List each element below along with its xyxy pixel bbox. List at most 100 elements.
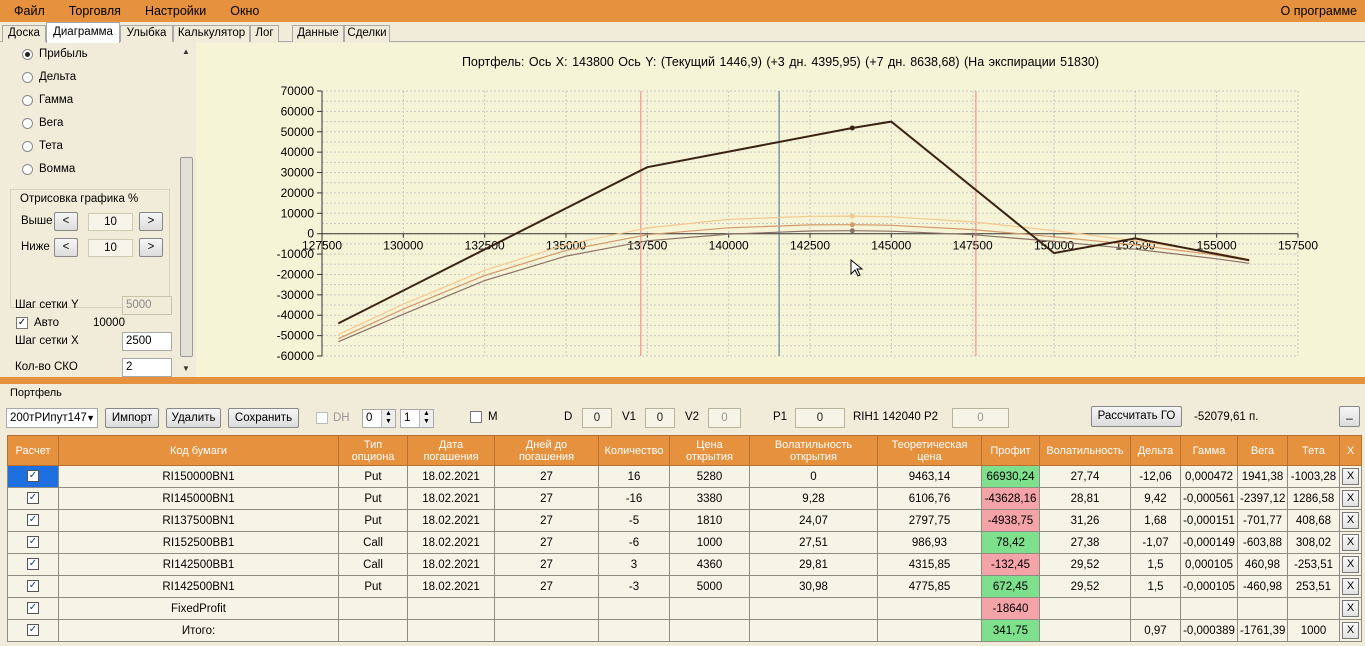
- cell-type[interactable]: Put: [338, 487, 408, 510]
- header-type[interactable]: Тип опциона: [338, 435, 408, 466]
- cell-days[interactable]: 27: [494, 575, 599, 598]
- cell-type[interactable]: [338, 619, 408, 642]
- cell-profit[interactable]: 78,42: [981, 531, 1040, 554]
- cell-code[interactable]: RI142500BN1: [58, 575, 339, 598]
- delete-button[interactable]: Удалить: [166, 408, 221, 428]
- header-profit[interactable]: Профит: [981, 435, 1040, 466]
- remove-row-button[interactable]: X: [1342, 622, 1359, 639]
- table-row[interactable]: ✓ RI150000BN1 Put 18.02.2021 27 16 5280 0 9463,1…: [7, 465, 1362, 488]
- remove-row-button[interactable]: X: [1342, 578, 1359, 595]
- header-calc[interactable]: Расчет: [7, 435, 59, 466]
- radio-vomma[interactable]: Вомма: [22, 163, 75, 175]
- cell-date[interactable]: 18.02.2021: [407, 487, 495, 510]
- remove-row-button[interactable]: X: [1342, 490, 1359, 507]
- header-days[interactable]: Дней до погашения: [494, 435, 599, 466]
- cell-gamma[interactable]: -0,000149: [1180, 531, 1238, 554]
- cell-vega[interactable]: 460,98: [1237, 553, 1288, 576]
- header-gamma[interactable]: Гамма: [1180, 435, 1238, 466]
- cell-theo[interactable]: 2797,75: [877, 509, 982, 532]
- cell-qty[interactable]: -16: [598, 487, 670, 510]
- spin-2[interactable]: 1 ▲ ▼: [400, 409, 434, 428]
- row-calc-cell[interactable]: ✓: [7, 509, 59, 532]
- cell-profit[interactable]: 66930,24: [981, 465, 1040, 488]
- remove-row-button[interactable]: X: [1342, 468, 1359, 485]
- below-value[interactable]: 10: [88, 239, 133, 257]
- cell-code[interactable]: RI152500BB1: [58, 531, 339, 554]
- row-calc-cell[interactable]: ✓: [7, 553, 59, 576]
- cell-open-price[interactable]: 5280: [669, 465, 750, 488]
- table-row[interactable]: ✓ Итого: 341,75 0,97 -0,000389 -1761,39 1000 X: [7, 619, 1362, 642]
- cell-delta[interactable]: 1,68: [1130, 509, 1181, 532]
- scroll-down-icon[interactable]: ▼: [182, 364, 190, 373]
- cell-theo[interactable]: 986,93: [877, 531, 982, 554]
- table-row[interactable]: ✓ RI142500BB1 Call 18.02.2021 27 3 4360 29,81 43…: [7, 553, 1362, 576]
- cell-type[interactable]: Call: [338, 531, 408, 554]
- calc-checkbox[interactable]: ✓: [27, 514, 39, 527]
- cell-type[interactable]: Put: [338, 575, 408, 598]
- cell-code[interactable]: RI150000BN1: [58, 465, 339, 488]
- cell-gamma[interactable]: -0,000151: [1180, 509, 1238, 532]
- payoff-chart[interactable]: 700006000050000400003000020000100000-100…: [196, 43, 1365, 377]
- cell-vol[interactable]: 27,38: [1039, 531, 1131, 554]
- cell-theta[interactable]: -253,51: [1287, 553, 1340, 576]
- cell-open-price[interactable]: [669, 619, 750, 642]
- tab-diagram[interactable]: Диаграмма: [46, 22, 120, 43]
- radio-profit[interactable]: Прибыль: [22, 48, 88, 60]
- above-decrease-button[interactable]: <: [54, 212, 78, 231]
- menu-file[interactable]: Файл: [0, 4, 55, 18]
- cell-code[interactable]: RI142500BB1: [58, 553, 339, 576]
- cell-vega[interactable]: -603,88: [1237, 531, 1288, 554]
- radio-delta[interactable]: Дельта: [22, 71, 76, 83]
- cell-theta[interactable]: 408,68: [1287, 509, 1340, 532]
- header-x[interactable]: X: [1339, 435, 1362, 466]
- cell-qty[interactable]: -6: [598, 531, 670, 554]
- above-increase-button[interactable]: >: [139, 212, 163, 231]
- cell-code[interactable]: RI145000BN1: [58, 487, 339, 510]
- tab-smile[interactable]: Улыбка: [120, 25, 173, 42]
- cell-profit[interactable]: 341,75: [981, 619, 1040, 642]
- cell-open-vol[interactable]: 24,07: [749, 509, 878, 532]
- table-row[interactable]: ✓ FixedProfit -18640 X: [7, 597, 1362, 620]
- cell-qty[interactable]: -3: [598, 575, 670, 598]
- cell-theta[interactable]: 1000: [1287, 619, 1340, 642]
- cell-vol[interactable]: 28,81: [1039, 487, 1131, 510]
- cell-days[interactable]: 27: [494, 487, 599, 510]
- cell-vol[interactable]: 29,52: [1039, 553, 1131, 576]
- cell-delta[interactable]: [1130, 597, 1181, 620]
- cell-vol[interactable]: [1039, 597, 1131, 620]
- calc-checkbox[interactable]: ✓: [27, 580, 39, 593]
- cell-open-price[interactable]: 3380: [669, 487, 750, 510]
- m-checkbox[interactable]: [470, 411, 482, 423]
- menu-settings[interactable]: Настройки: [131, 4, 216, 18]
- radio-vega[interactable]: Вега: [22, 117, 63, 129]
- cell-days[interactable]: 27: [494, 465, 599, 488]
- calc-checkbox[interactable]: ✓: [27, 558, 39, 571]
- auto-checkbox[interactable]: ✓: [16, 317, 28, 329]
- spin-arrows-icon[interactable]: ▲ ▼: [381, 410, 395, 427]
- cell-open-price[interactable]: 1000: [669, 531, 750, 554]
- header-open-price[interactable]: Цена открытия: [669, 435, 750, 466]
- cell-profit[interactable]: -18640: [981, 597, 1040, 620]
- cell-profit[interactable]: -43628,16: [981, 487, 1040, 510]
- cell-open-vol[interactable]: [749, 597, 878, 620]
- table-row[interactable]: ✓ RI152500BB1 Call 18.02.2021 27 -6 1000 27,51 9…: [7, 531, 1362, 554]
- cell-type[interactable]: [338, 597, 408, 620]
- cell-delta[interactable]: 1,5: [1130, 553, 1181, 576]
- menu-window[interactable]: Окно: [216, 4, 269, 18]
- cell-qty[interactable]: -5: [598, 509, 670, 532]
- cell-date[interactable]: 18.02.2021: [407, 531, 495, 554]
- cell-theo[interactable]: 6106,76: [877, 487, 982, 510]
- cell-open-vol[interactable]: 30,98: [749, 575, 878, 598]
- remove-row-button[interactable]: X: [1342, 600, 1359, 617]
- settings-scrollbar[interactable]: ▲ ▼: [178, 43, 195, 377]
- cell-qty[interactable]: 16: [598, 465, 670, 488]
- remove-row-button[interactable]: X: [1342, 512, 1359, 529]
- remove-row-button[interactable]: X: [1342, 556, 1359, 573]
- grid-x-input[interactable]: 2500: [122, 332, 172, 351]
- row-calc-cell[interactable]: ✓: [7, 465, 59, 488]
- header-date[interactable]: Дата погашения: [407, 435, 495, 466]
- cell-vega[interactable]: -1761,39: [1237, 619, 1288, 642]
- p2-value[interactable]: 0: [952, 408, 1009, 428]
- table-row[interactable]: ✓ RI145000BN1 Put 18.02.2021 27 -16 3380 9,28 61…: [7, 487, 1362, 510]
- header-vega[interactable]: Вега: [1237, 435, 1288, 466]
